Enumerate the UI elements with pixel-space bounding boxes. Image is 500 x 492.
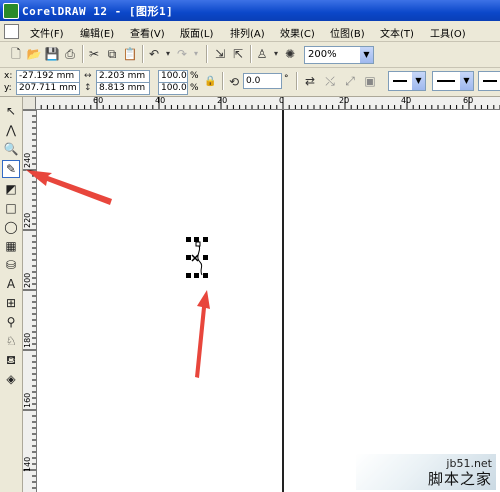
y-label: y: [4,83,12,93]
basic-shapes-tool-icon[interactable]: ⛁ [3,257,19,273]
separator [222,72,224,90]
menu-bitmaps[interactable]: 位图(B) [330,25,365,40]
page-border [282,110,284,492]
menu-file[interactable]: 文件(F) [30,25,64,40]
vertical-ruler[interactable]: 240 220 200 180 160 140 [22,110,37,492]
corel-online-icon[interactable]: ✺ [282,46,298,62]
zoom-level-value: 200% [308,49,337,60]
mirror-horizontal-icon[interactable]: ⇄ [302,73,318,89]
x-label: x: [4,71,13,81]
ruler-label: 40 [401,97,412,105]
open-icon[interactable]: 📂 [26,46,42,62]
menu-tools[interactable]: 工具(O) [430,25,466,40]
chevron-down-icon[interactable]: ▾ [188,46,204,62]
menu-effects[interactable]: 效果(C) [280,25,315,40]
percent-label: % [190,71,199,81]
rectangle-tool-icon[interactable]: □ [3,200,19,216]
menu-layout[interactable]: 版面(L) [180,25,213,40]
end-arrow-select[interactable] [478,71,500,91]
rotate-icon: ⟲ [229,75,240,89]
chevron-down-icon[interactable]: ▼ [412,72,425,90]
new-icon[interactable]: 🗋 [8,46,24,62]
ellipse-tool-icon[interactable]: ◯ [3,219,19,235]
polygon-tool-icon[interactable]: ▦ [3,238,19,254]
save-icon[interactable]: 💾 [44,46,60,62]
degree-label: ° [284,74,289,84]
ruler-label: 0 [279,97,285,105]
ruler-label: 40 [155,97,166,105]
print-icon[interactable]: ⎙ [62,46,78,62]
title-bar: CorelDRAW 12 - [图形1] [0,0,500,21]
menu-text[interactable]: 文本(T) [380,25,414,40]
ruler-label: 200 [23,272,32,288]
rotation-field[interactable]: 0.0 [243,73,282,89]
ruler-label: 140 [23,456,32,472]
window-title: CorelDRAW 12 - [图形1] [22,5,174,18]
height-icon: ↕ [84,83,92,93]
ruler-label: 160 [23,392,32,408]
app-icon [3,3,19,19]
menu-view[interactable]: 查看(V) [130,25,165,40]
zoom-level-select[interactable]: 200% ▼ [304,46,374,64]
separator [142,45,144,63]
standard-toolbar: 🗋 📂 💾 ⎙ ✂ ⧉ 📋 ↶ ▾ ↷ ▾ ⇲ ⇱ ♙ ▾ ✺ 200% ▼ [0,42,500,68]
to-front-icon[interactable]: ⤯ [322,73,338,89]
ruler-label: 60 [93,97,104,105]
to-back-icon[interactable]: ⤢ [342,73,358,89]
pick-tool-icon[interactable]: ↖ [3,103,19,119]
chevron-down-icon[interactable]: ▼ [460,72,473,90]
ruler-label: 240 [23,152,32,168]
scale-y-field[interactable]: 100.0 [158,82,188,95]
text-tool-icon[interactable]: A [3,276,19,292]
percent-label: % [190,83,199,93]
toolbox: ↖ ⋀ 🔍 ✎ ◩ □ ◯ ▦ ⛁ A ⊞ ⚲ ♘ ⛾ ◈ [0,97,23,492]
cut-icon[interactable]: ✂ [86,46,102,62]
smart-fill-tool-icon[interactable]: ◩ [3,181,19,197]
export-icon[interactable]: ⇱ [230,46,246,62]
line-style-select[interactable]: ▼ [432,71,474,91]
ruler-label: 60 [463,97,474,105]
ruler-origin[interactable] [22,97,36,110]
import-icon[interactable]: ⇲ [212,46,228,62]
zoom-tool-icon[interactable]: 🔍 [3,141,19,157]
ruler-label: 20 [339,97,350,105]
interactive-fill-tool-icon[interactable]: ◈ [3,371,19,387]
fill-tool-icon[interactable]: ⛾ [3,352,19,368]
ruler-label: 20 [217,97,228,105]
menu-edit[interactable]: 编辑(E) [80,25,114,40]
chevron-down-icon[interactable]: ▼ [360,47,373,63]
separator [296,72,298,90]
width-icon: ↔ [84,71,92,81]
interactive-blend-tool-icon[interactable]: ⊞ [3,295,19,311]
document-icon[interactable] [4,24,19,39]
start-arrow-select[interactable]: ▼ [388,71,426,91]
drawing-canvas[interactable] [37,110,500,492]
horizontal-ruler[interactable]: 60 40 20 0 20 40 60 [35,97,500,110]
copy-icon[interactable]: ⧉ [104,46,120,62]
ruler-label: 180 [23,332,32,348]
convert-to-curves-icon[interactable]: ▣ [362,73,378,89]
eyedropper-tool-icon[interactable]: ⚲ [3,314,19,330]
ruler-label: 220 [23,212,32,228]
y-position-field[interactable]: 207.711 mm [16,82,80,95]
menu-arrange[interactable]: 排列(A) [230,25,265,40]
freehand-tool-icon[interactable]: ✎ [2,160,20,178]
watermark-brand: 脚本之家 [427,470,492,488]
height-field[interactable]: 8.813 mm [96,82,150,95]
separator [250,45,252,63]
property-bar: x: y: -27.192 mm 207.711 mm ↔ ↕ 2.203 mm… [0,68,500,97]
lock-ratio-icon[interactable]: 🔒 [204,76,216,88]
menu-bar: 文件(F) 编辑(E) 查看(V) 版面(L) 排列(A) 效果(C) 位图(B… [0,21,500,42]
separator [82,45,84,63]
separator [206,45,208,63]
shape-tool-icon[interactable]: ⋀ [3,122,19,138]
paste-icon[interactable]: 📋 [122,46,138,62]
outline-tool-icon[interactable]: ♘ [3,333,19,349]
ruler-ticks [35,97,500,109]
freehand-curve [191,241,203,276]
